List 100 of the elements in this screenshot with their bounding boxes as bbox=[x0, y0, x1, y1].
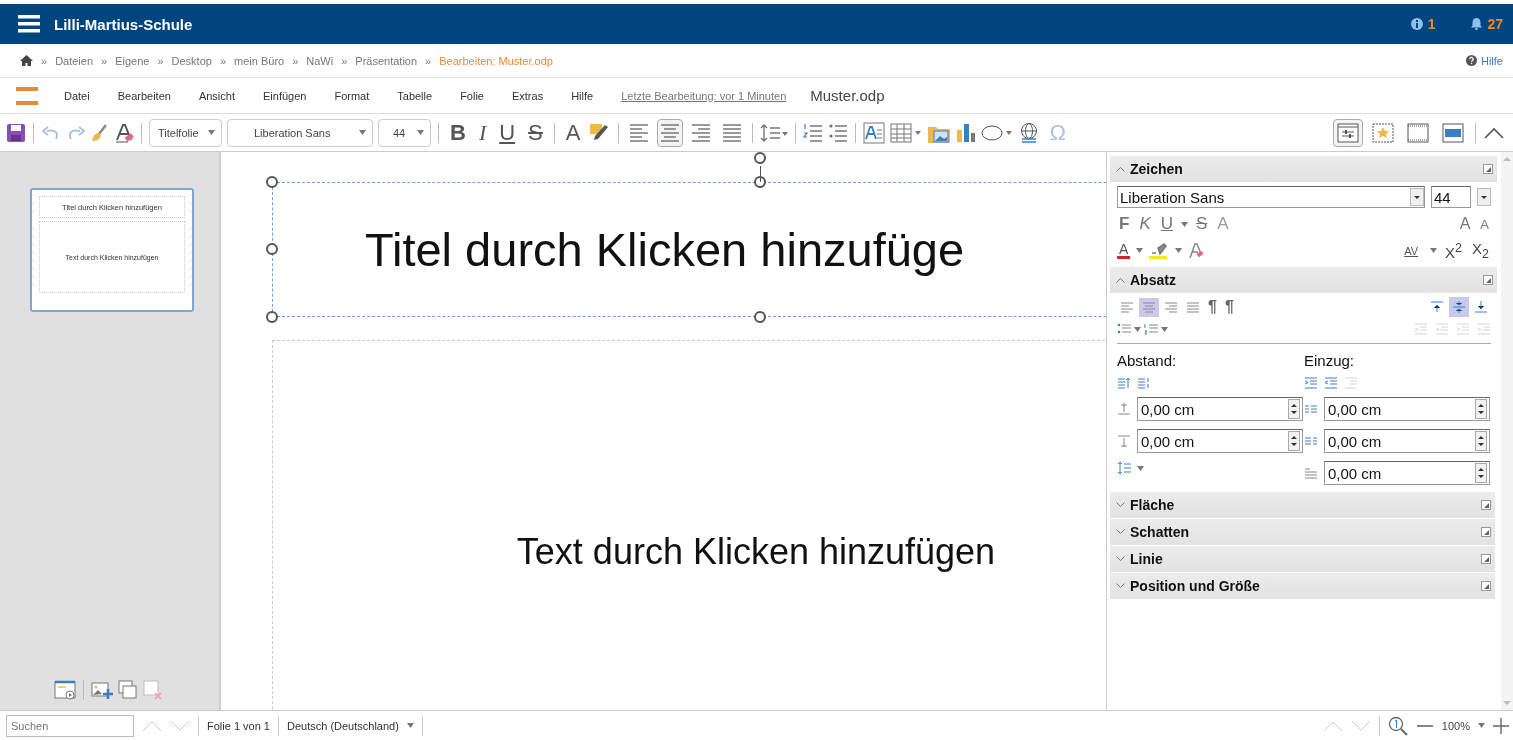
dropdown-icon[interactable] bbox=[1477, 188, 1491, 206]
align-center-button[interactable] bbox=[657, 118, 684, 147]
spin-buttons-icon[interactable] bbox=[1475, 463, 1487, 483]
more-options-icon[interactable] bbox=[1483, 164, 1493, 174]
align-middle-button[interactable] bbox=[1449, 297, 1469, 317]
presentation-icon[interactable] bbox=[54, 680, 76, 700]
subscript-button[interactable]: X$_{2}$ bbox=[1470, 240, 1491, 261]
bold-button[interactable]: B bbox=[446, 118, 470, 147]
spacing-field[interactable]: 0,00 cm bbox=[1137, 429, 1303, 453]
home-icon[interactable] bbox=[20, 55, 33, 66]
search-field[interactable]: Suchen bbox=[6, 714, 134, 737]
caret-icon[interactable] bbox=[406, 723, 414, 728]
selection-handle[interactable] bbox=[266, 176, 278, 188]
new-slide-icon[interactable] bbox=[91, 680, 113, 700]
zoom-level[interactable]: 100% bbox=[1441, 719, 1470, 732]
spin-buttons-icon[interactable] bbox=[1475, 399, 1487, 419]
more-options-icon[interactable] bbox=[1481, 500, 1491, 510]
indent-decrease-icon[interactable] bbox=[1324, 377, 1338, 389]
bold-button[interactable]: F bbox=[1117, 214, 1132, 234]
caret-icon[interactable] bbox=[1175, 248, 1183, 253]
menu-item[interactable]: Bearbeiten bbox=[117, 89, 171, 102]
right-to-left-button[interactable]: ¶ bbox=[1221, 298, 1237, 316]
help-link[interactable]: Hilfe bbox=[1466, 54, 1503, 67]
chart-icon[interactable] bbox=[956, 122, 977, 143]
panel-header[interactable]: Absatz bbox=[1110, 267, 1497, 293]
duplicate-slide-icon[interactable] bbox=[118, 680, 138, 700]
ellipse-icon[interactable] bbox=[981, 122, 1014, 143]
panel-header[interactable]: Fläche bbox=[1110, 492, 1495, 518]
strikethrough-button[interactable]: S bbox=[1194, 214, 1210, 234]
underline-button[interactable]: U bbox=[1158, 214, 1175, 234]
font-size-dropdown[interactable]: 44 bbox=[378, 118, 431, 147]
line-spacing-icon[interactable] bbox=[760, 122, 789, 143]
caret-icon[interactable] bbox=[417, 130, 424, 135]
breadcrumb-link[interactable]: Desktop bbox=[171, 54, 212, 67]
italic-button[interactable]: K bbox=[1137, 214, 1153, 234]
save-icon[interactable] bbox=[6, 122, 26, 143]
panel-header[interactable]: Schatten bbox=[1110, 519, 1495, 545]
align-center-button[interactable] bbox=[1139, 297, 1159, 317]
table-icon[interactable] bbox=[890, 122, 923, 143]
text-box-icon[interactable] bbox=[863, 121, 886, 144]
font-name-field[interactable]: Liberation Sans bbox=[1117, 186, 1425, 208]
panel-header[interactable]: Zeichen bbox=[1110, 156, 1497, 182]
panel-header[interactable]: Position und Größe bbox=[1110, 573, 1495, 599]
clear-format-icon[interactable] bbox=[114, 122, 134, 143]
language-selector[interactable]: Deutsch (Deutschland) bbox=[287, 719, 399, 732]
breadcrumb-link[interactable]: mein Büro bbox=[234, 54, 285, 67]
caret-icon[interactable] bbox=[1134, 326, 1141, 332]
menu-item[interactable]: Tabelle bbox=[397, 89, 433, 102]
style-dropdown[interactable]: Titelfolie bbox=[149, 118, 222, 147]
caret-icon[interactable] bbox=[208, 130, 215, 135]
zoom-reset-icon[interactable] bbox=[1387, 715, 1408, 736]
caret-icon[interactable] bbox=[1478, 723, 1485, 728]
caret-icon[interactable] bbox=[1136, 248, 1144, 253]
caret-icon[interactable] bbox=[359, 130, 366, 135]
font-dropdown[interactable]: Liberation Sans bbox=[227, 118, 373, 147]
bullet-list-icon[interactable] bbox=[828, 122, 849, 143]
caret-icon[interactable] bbox=[1161, 326, 1168, 332]
breadcrumb-link[interactable]: Dateien bbox=[55, 54, 94, 67]
more-options-icon[interactable] bbox=[1481, 527, 1491, 537]
clear-format-icon[interactable] bbox=[1188, 242, 1205, 259]
selection-handle[interactable] bbox=[266, 243, 278, 255]
selection-handle[interactable] bbox=[266, 311, 278, 323]
superscript-button[interactable]: X$^{2}$ bbox=[1443, 240, 1465, 261]
left-to-right-button[interactable]: ¶ bbox=[1205, 298, 1220, 316]
rotation-handle[interactable] bbox=[754, 152, 766, 164]
more-options-icon[interactable] bbox=[1481, 554, 1491, 564]
menu-item[interactable]: Hilfe bbox=[571, 89, 594, 102]
menu-item[interactable]: Einfügen bbox=[263, 89, 307, 102]
bullet-list-icon[interactable] bbox=[1117, 323, 1131, 335]
menu-item[interactable]: Datei bbox=[64, 89, 90, 102]
font-size-field[interactable]: 44 bbox=[1431, 186, 1471, 208]
font-color-button[interactable]: A bbox=[1117, 242, 1131, 259]
sidebar-properties-button[interactable] bbox=[1333, 118, 1363, 147]
underline-button[interactable]: U bbox=[495, 118, 520, 147]
grow-font-button[interactable]: A bbox=[1457, 215, 1473, 233]
info-badge[interactable]: 1 bbox=[1410, 16, 1436, 32]
indent-increase-icon[interactable] bbox=[1304, 377, 1318, 389]
zoom-in-icon[interactable] bbox=[1493, 716, 1509, 735]
italic-button[interactable]: I bbox=[474, 118, 491, 147]
caret-icon[interactable] bbox=[1137, 465, 1144, 471]
line-spacing-icon[interactable] bbox=[1117, 461, 1131, 475]
indent-field[interactable]: 0,00 cm bbox=[1324, 429, 1490, 453]
notification-badge[interactable]: 27 bbox=[1471, 16, 1503, 32]
spin-buttons-icon[interactable] bbox=[1288, 431, 1300, 451]
spin-buttons-icon[interactable] bbox=[1288, 399, 1300, 419]
shrink-font-button[interactable]: A bbox=[1478, 216, 1491, 232]
indent-field[interactable]: 0,00 cm bbox=[1324, 397, 1490, 421]
strikethrough-button[interactable]: S bbox=[524, 118, 547, 147]
menu-item[interactable]: Folie bbox=[460, 89, 484, 102]
selection-handle[interactable] bbox=[754, 311, 766, 323]
menu-icon[interactable] bbox=[18, 15, 40, 33]
spacing-increase-icon[interactable] bbox=[1117, 377, 1131, 389]
spacing-field[interactable]: 0,00 cm bbox=[1137, 397, 1303, 421]
font-color-button[interactable]: A bbox=[561, 118, 585, 147]
collapse-icon[interactable] bbox=[1483, 125, 1505, 140]
highlighter-icon[interactable] bbox=[1149, 242, 1170, 259]
spin-buttons-icon[interactable] bbox=[1475, 431, 1487, 451]
more-options-icon[interactable] bbox=[1483, 275, 1493, 285]
menu-item[interactable]: Format bbox=[334, 89, 370, 102]
more-options-icon[interactable] bbox=[1481, 581, 1491, 591]
